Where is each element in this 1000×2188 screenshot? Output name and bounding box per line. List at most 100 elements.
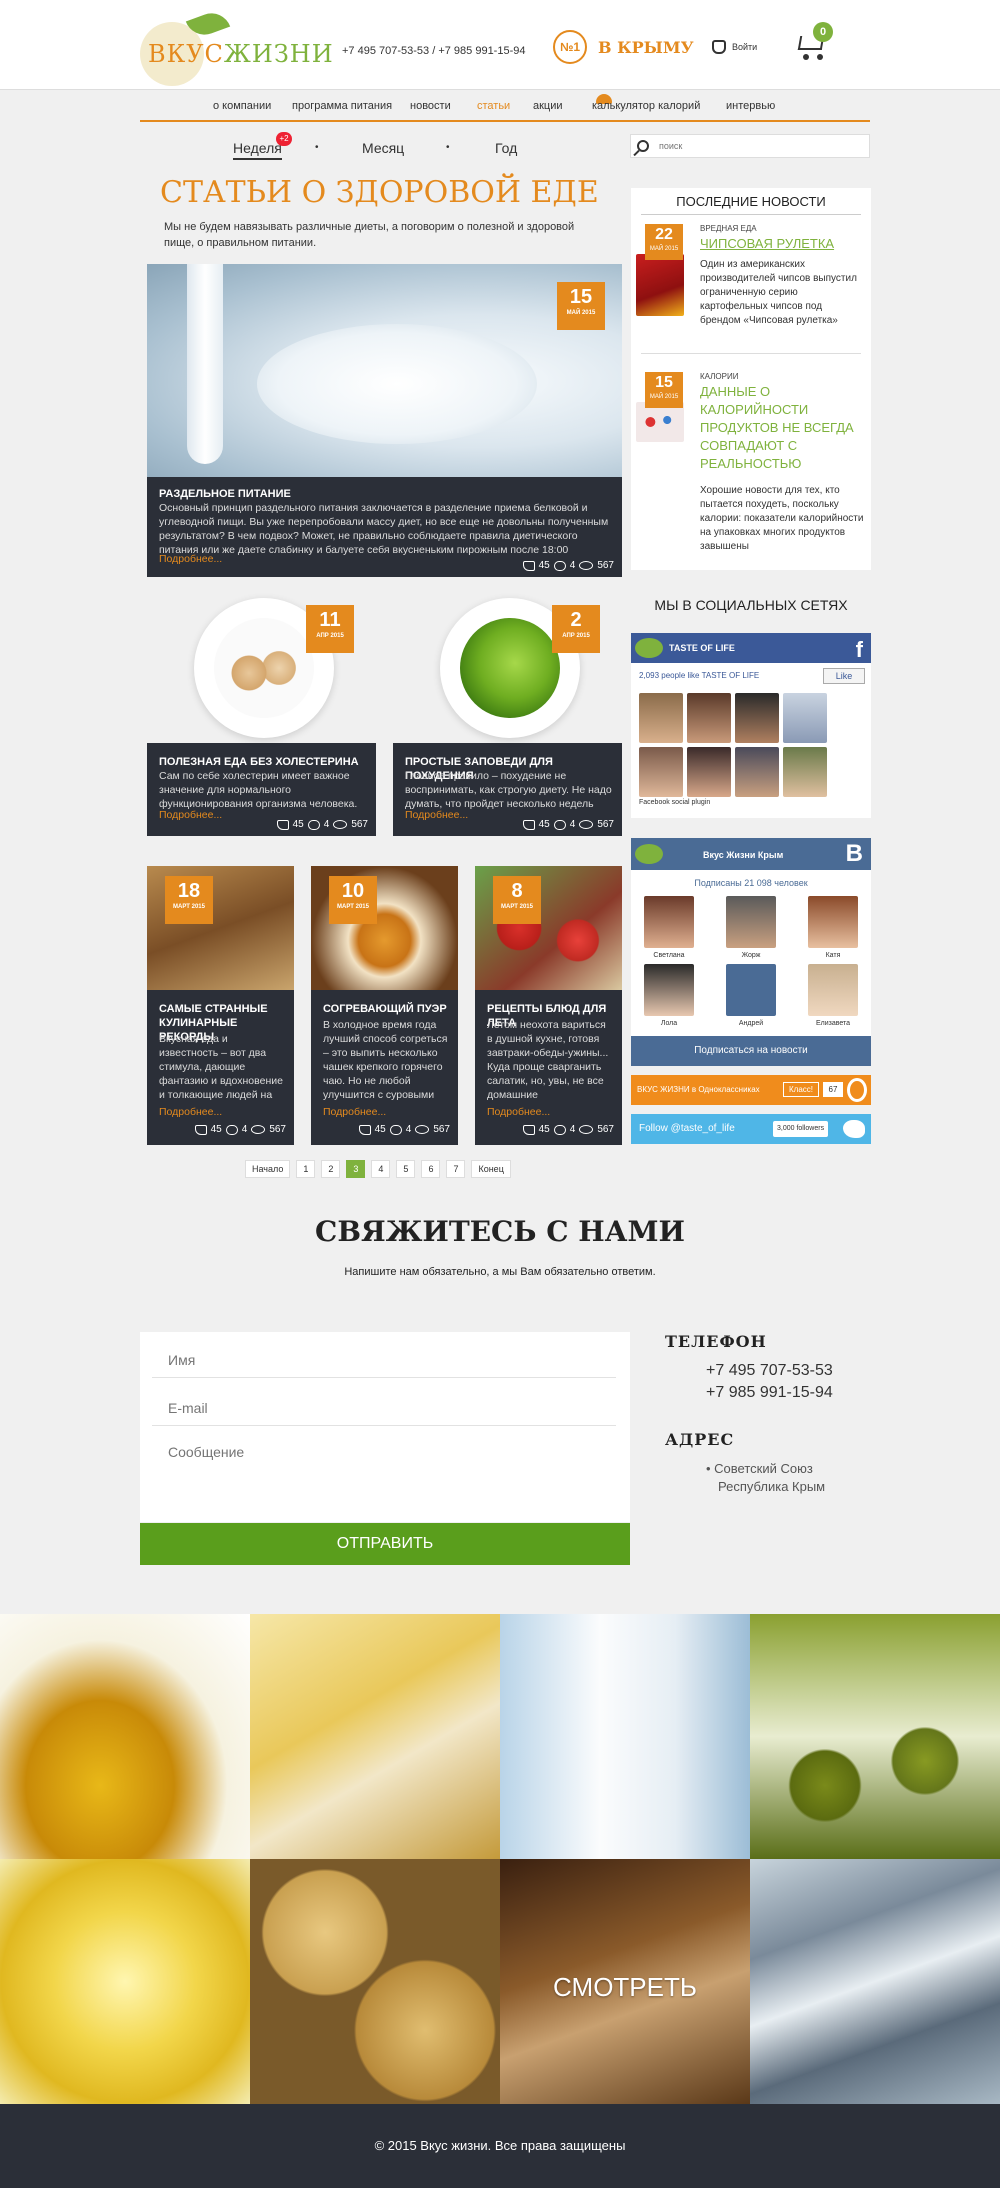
article-title[interactable]: РАЗДЕЛЬНОЕ ПИТАНИЕ <box>159 487 291 501</box>
phone-2[interactable]: +7 985 991-15-94 <box>706 1382 833 1404</box>
like-icon[interactable] <box>522 1124 535 1135</box>
avatar[interactable] <box>783 693 827 743</box>
news-item[interactable]: 15 МАЙ 2015 КАЛОРИИ ДАННЫЕ О КАЛОРИЙНОСТИ… <box>636 372 866 562</box>
comment-icon[interactable] <box>553 560 566 571</box>
facebook-page-name[interactable]: TASTE OF LIFE <box>669 643 735 653</box>
nav-item-interview[interactable]: интервью <box>726 100 775 112</box>
comment-icon[interactable] <box>307 819 320 830</box>
tab-year[interactable]: Год <box>495 140 517 156</box>
vk-member[interactable]: Светлана <box>639 896 699 959</box>
watch-link[interactable]: СМОТРЕТЬ <box>500 1972 750 2003</box>
read-more-link[interactable]: Подробнее... <box>323 1106 386 1118</box>
login-link[interactable]: Войти <box>712 40 757 54</box>
eye-icon <box>415 1125 430 1134</box>
page-link[interactable]: 7 <box>446 1160 466 1178</box>
tab-month[interactable]: Месяц <box>362 140 404 156</box>
search-box <box>630 134 870 158</box>
like-icon[interactable] <box>522 819 535 830</box>
nav-item-about[interactable]: о компании <box>213 100 271 112</box>
avatar[interactable] <box>783 747 827 797</box>
social-heading: МЫ В СОЦИАЛЬНЫХ СЕТЯХ <box>654 597 848 613</box>
article-title[interactable]: СОГРЕВАЮЩИЙ ПУЭР <box>323 1002 453 1016</box>
olives-image[interactable] <box>750 1614 1000 1859</box>
fish-image[interactable] <box>750 1859 1000 2104</box>
page-link[interactable]: 5 <box>396 1160 416 1178</box>
read-more-link[interactable]: Подробнее... <box>405 809 468 821</box>
search-input[interactable] <box>659 138 859 154</box>
read-more-link[interactable]: Подробнее... <box>159 553 222 565</box>
article-card[interactable]: 8 МАРТ 2015 РЕЦЕПТЫ БЛЮД ДЛЯ ЛЕТА Летом н… <box>475 866 622 1145</box>
views-count: 567 <box>597 560 614 571</box>
subscribe-button[interactable]: Подписаться на новости <box>631 1036 871 1066</box>
potatoes-image[interactable] <box>250 1859 500 2104</box>
milk-cup <box>257 324 537 444</box>
news-item[interactable]: 22 МАЙ 2015 ВРЕДНАЯ ЕДА ЧИПСОВАЯ РУЛЕТКА … <box>636 224 866 334</box>
news-title[interactable]: ДАННЫЕ О КАЛОРИЙНОСТИ ПРОДУКТОВ НЕ ВСЕГД… <box>700 383 865 473</box>
ok-klass-button[interactable]: Класс! <box>783 1082 819 1097</box>
like-icon[interactable] <box>276 819 289 830</box>
comment-icon[interactable] <box>389 1124 402 1135</box>
like-icon[interactable] <box>358 1124 371 1135</box>
nav-item-promos[interactable]: акции <box>533 100 563 112</box>
article-card[interactable]: ПРОСТЫЕ ЗАПОВЕДИ ДЛЯ ПОХУДЕНИЯ Главное п… <box>393 743 622 836</box>
ok-label[interactable]: ВКУС ЖИЗНИ в Одноклассниках <box>637 1085 760 1094</box>
read-more-link[interactable]: Подробнее... <box>159 809 222 821</box>
views-count: 567 <box>269 1124 286 1135</box>
page-first[interactable]: Начало <box>245 1160 291 1178</box>
avatar[interactable] <box>687 747 731 797</box>
nav-item-news[interactable]: новости <box>410 100 451 112</box>
twitter-follow-button[interactable]: Follow @taste_of_life <box>639 1123 735 1134</box>
facebook-like-button[interactable]: Like <box>823 668 865 684</box>
cart-button[interactable]: 0 <box>797 22 833 62</box>
comment-icon[interactable] <box>225 1124 238 1135</box>
nav-item-calculator[interactable]: калькулятор калорий <box>592 100 700 112</box>
views-count: 567 <box>597 1124 614 1135</box>
read-more-link[interactable]: Подробнее... <box>159 1106 222 1118</box>
avatar[interactable] <box>639 693 683 743</box>
page-current[interactable]: 3 <box>346 1160 366 1178</box>
send-button[interactable]: ОТПРАВИТЬ <box>140 1523 630 1565</box>
article-title[interactable]: ПОЛЕЗНАЯ ЕДА БЕЗ ХОЛЕСТЕРИНА <box>159 755 359 769</box>
message-field[interactable] <box>152 1436 616 1506</box>
comments-count: 4 <box>569 560 576 571</box>
page-link[interactable]: 1 <box>296 1160 316 1178</box>
tab-week[interactable]: Неделя <box>233 140 282 160</box>
avatar[interactable] <box>735 747 779 797</box>
search-icon[interactable] <box>637 140 649 152</box>
comment-icon[interactable] <box>553 1124 566 1135</box>
vk-member[interactable]: Жорж <box>721 896 781 959</box>
avatar[interactable] <box>687 693 731 743</box>
page-link[interactable]: 6 <box>421 1160 441 1178</box>
nav-item-program[interactable]: программа питания <box>292 100 392 112</box>
vk-member[interactable]: Елизавета <box>803 964 863 1027</box>
read-more-link[interactable]: Подробнее... <box>487 1106 550 1118</box>
nav-item-articles[interactable]: статьи <box>477 100 510 112</box>
vk-member[interactable]: Андрей <box>721 964 781 1027</box>
vk-member[interactable]: Катя <box>803 896 863 959</box>
vk-member[interactable]: Лола <box>639 964 699 1027</box>
logo[interactable]: ВКУСЖИЗНИ <box>140 7 333 86</box>
phone-1[interactable]: +7 495 707-53-53 <box>706 1360 833 1382</box>
news-title[interactable]: ЧИПСОВАЯ РУЛЕТКА <box>700 235 865 253</box>
name-field[interactable] <box>152 1342 616 1378</box>
butter-image[interactable] <box>0 1859 250 2104</box>
article-card[interactable]: 10 МАРТ 2015 СОГРЕВАЮЩИЙ ПУЭР В холодное … <box>311 866 458 1145</box>
like-icon[interactable] <box>194 1124 207 1135</box>
article-card[interactable]: 15 МАЙ 2015 РАЗДЕЛЬНОЕ ПИТАНИЕ Основный п… <box>147 264 622 577</box>
page-last[interactable]: Конец <box>471 1160 511 1178</box>
milk-bottle-image[interactable] <box>500 1614 750 1859</box>
email-field[interactable] <box>152 1390 616 1426</box>
oil-image[interactable] <box>0 1614 250 1859</box>
avatar[interactable] <box>735 693 779 743</box>
article-card[interactable]: ПОЛЕЗНАЯ ЕДА БЕЗ ХОЛЕСТЕРИНА Сам по себе… <box>147 743 376 836</box>
views-count: 567 <box>351 819 368 830</box>
page-link[interactable]: 2 <box>321 1160 341 1178</box>
avatar[interactable] <box>639 747 683 797</box>
page-link[interactable]: 4 <box>371 1160 391 1178</box>
article-card[interactable]: 18 МАРТ 2015 САМЫЕ СТРАННЫЕ КУЛИНАРНЫЕ РЕ… <box>147 866 294 1145</box>
vk-page-name[interactable]: Вкус Жизни Крым <box>703 850 783 860</box>
cheese-image[interactable] <box>250 1614 500 1859</box>
comment-icon[interactable] <box>553 819 566 830</box>
news-text: Хорошие новости для тех, кто пытается по… <box>700 485 864 552</box>
like-icon[interactable] <box>522 560 535 571</box>
